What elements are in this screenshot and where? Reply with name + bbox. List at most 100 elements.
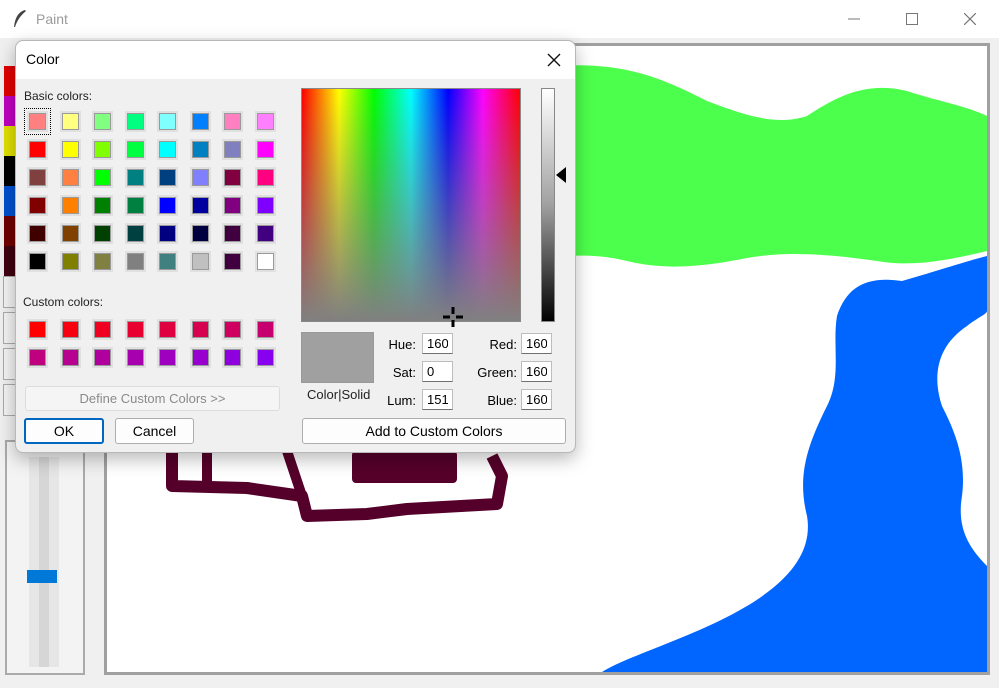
cancel-button[interactable]: Cancel <box>115 418 194 444</box>
sat-label: Sat: <box>392 365 416 380</box>
green-field[interactable] <box>521 361 552 382</box>
custom-color-swatch[interactable] <box>27 347 48 368</box>
custom-color-swatch[interactable] <box>254 347 276 368</box>
basic-color-swatch[interactable] <box>59 251 81 272</box>
title-bar: Paint <box>0 0 999 38</box>
spectrum-saturation-layer <box>302 89 520 321</box>
basic-color-swatch[interactable] <box>124 223 146 244</box>
basic-colors-grid <box>24 108 276 272</box>
basic-color-swatch[interactable] <box>254 167 276 188</box>
basic-color-swatch[interactable] <box>222 195 243 216</box>
hue-field[interactable] <box>422 333 453 354</box>
green-label: Green: <box>477 365 517 380</box>
maroon-block <box>352 451 457 483</box>
basic-color-swatch[interactable] <box>59 167 81 188</box>
basic-color-swatch[interactable] <box>59 195 81 216</box>
custom-color-swatch[interactable] <box>92 347 113 368</box>
custom-color-swatch[interactable] <box>222 347 243 368</box>
basic-color-swatch[interactable] <box>59 223 81 244</box>
basic-color-swatch[interactable] <box>59 139 81 160</box>
define-custom-colors-button[interactable]: Define Custom Colors >> <box>25 386 280 411</box>
basic-color-swatch[interactable] <box>27 195 48 216</box>
basic-color-swatch[interactable] <box>254 139 276 160</box>
basic-color-swatch[interactable] <box>92 167 113 188</box>
basic-color-swatch[interactable] <box>157 139 178 160</box>
basic-color-swatch[interactable] <box>124 195 146 216</box>
lum-field[interactable] <box>422 389 453 410</box>
custom-colors-label: Custom colors: <box>23 295 104 309</box>
custom-color-swatch[interactable] <box>254 319 276 340</box>
basic-color-swatch[interactable] <box>92 111 113 132</box>
basic-color-swatch[interactable] <box>92 251 113 272</box>
basic-color-swatch[interactable] <box>189 251 211 272</box>
dialog-header: Color <box>16 41 575 79</box>
custom-color-swatch[interactable] <box>27 319 48 340</box>
blue-field[interactable] <box>521 389 552 410</box>
close-icon <box>964 13 976 25</box>
crosshair-icon <box>443 307 463 327</box>
basic-color-swatch[interactable] <box>254 195 276 216</box>
feather-icon <box>14 10 26 27</box>
triangle-left-icon[interactable] <box>556 167 566 183</box>
minimize-button[interactable] <box>831 0 877 38</box>
add-to-custom-colors-button[interactable]: Add to Custom Colors <box>302 418 566 444</box>
basic-color-swatch[interactable] <box>189 223 211 244</box>
custom-color-swatch[interactable] <box>222 319 243 340</box>
basic-color-swatch[interactable] <box>157 223 178 244</box>
basic-color-swatch[interactable] <box>254 111 276 132</box>
basic-color-swatch[interactable] <box>24 108 51 135</box>
basic-color-swatch[interactable] <box>157 251 178 272</box>
custom-color-swatch[interactable] <box>59 347 81 368</box>
close-button[interactable] <box>947 0 993 38</box>
basic-color-swatch[interactable] <box>27 223 48 244</box>
basic-color-swatch[interactable] <box>222 111 243 132</box>
slider-thumb[interactable] <box>27 570 57 583</box>
basic-color-swatch[interactable] <box>189 167 211 188</box>
brush-size-slider[interactable] <box>29 457 59 667</box>
sat-field[interactable] <box>422 361 453 382</box>
custom-color-swatch[interactable] <box>189 319 211 340</box>
custom-color-swatch[interactable] <box>92 319 113 340</box>
basic-color-swatch[interactable] <box>222 251 243 272</box>
maximize-button[interactable] <box>889 0 935 38</box>
basic-color-swatch[interactable] <box>27 251 48 272</box>
color-spectrum[interactable] <box>301 88 521 322</box>
basic-color-swatch[interactable] <box>222 139 243 160</box>
basic-color-swatch[interactable] <box>27 139 48 160</box>
basic-color-swatch[interactable] <box>124 139 146 160</box>
basic-color-swatch[interactable] <box>189 111 211 132</box>
custom-color-swatch[interactable] <box>59 319 81 340</box>
basic-color-swatch[interactable] <box>189 195 211 216</box>
luminance-bar[interactable] <box>541 88 555 322</box>
basic-color-swatch[interactable] <box>157 167 178 188</box>
preview-label: Color|Solid <box>307 387 371 402</box>
app-title: Paint <box>36 11 68 27</box>
blue-river-stroke <box>602 256 987 672</box>
custom-color-swatch[interactable] <box>124 347 146 368</box>
ok-button[interactable]: OK <box>24 418 104 444</box>
custom-color-swatch[interactable] <box>157 319 178 340</box>
color-preview <box>301 332 374 383</box>
basic-color-swatch[interactable] <box>254 251 276 272</box>
custom-color-swatch[interactable] <box>157 347 178 368</box>
basic-color-swatch[interactable] <box>157 111 178 132</box>
custom-color-swatch[interactable] <box>189 347 211 368</box>
basic-color-swatch[interactable] <box>222 167 243 188</box>
maximize-icon <box>906 13 918 25</box>
slider-track <box>39 457 49 667</box>
basic-color-swatch[interactable] <box>92 223 113 244</box>
basic-color-swatch[interactable] <box>254 223 276 244</box>
basic-color-swatch[interactable] <box>189 139 211 160</box>
basic-color-swatch[interactable] <box>124 111 146 132</box>
custom-color-swatch[interactable] <box>124 319 146 340</box>
basic-color-swatch[interactable] <box>59 111 81 132</box>
basic-color-swatch[interactable] <box>157 195 178 216</box>
basic-color-swatch[interactable] <box>124 167 146 188</box>
dialog-close-button[interactable] <box>541 47 567 73</box>
red-field[interactable] <box>521 333 552 354</box>
basic-color-swatch[interactable] <box>92 139 113 160</box>
basic-color-swatch[interactable] <box>124 251 146 272</box>
basic-color-swatch[interactable] <box>222 223 243 244</box>
basic-color-swatch[interactable] <box>27 167 48 188</box>
basic-color-swatch[interactable] <box>92 195 113 216</box>
